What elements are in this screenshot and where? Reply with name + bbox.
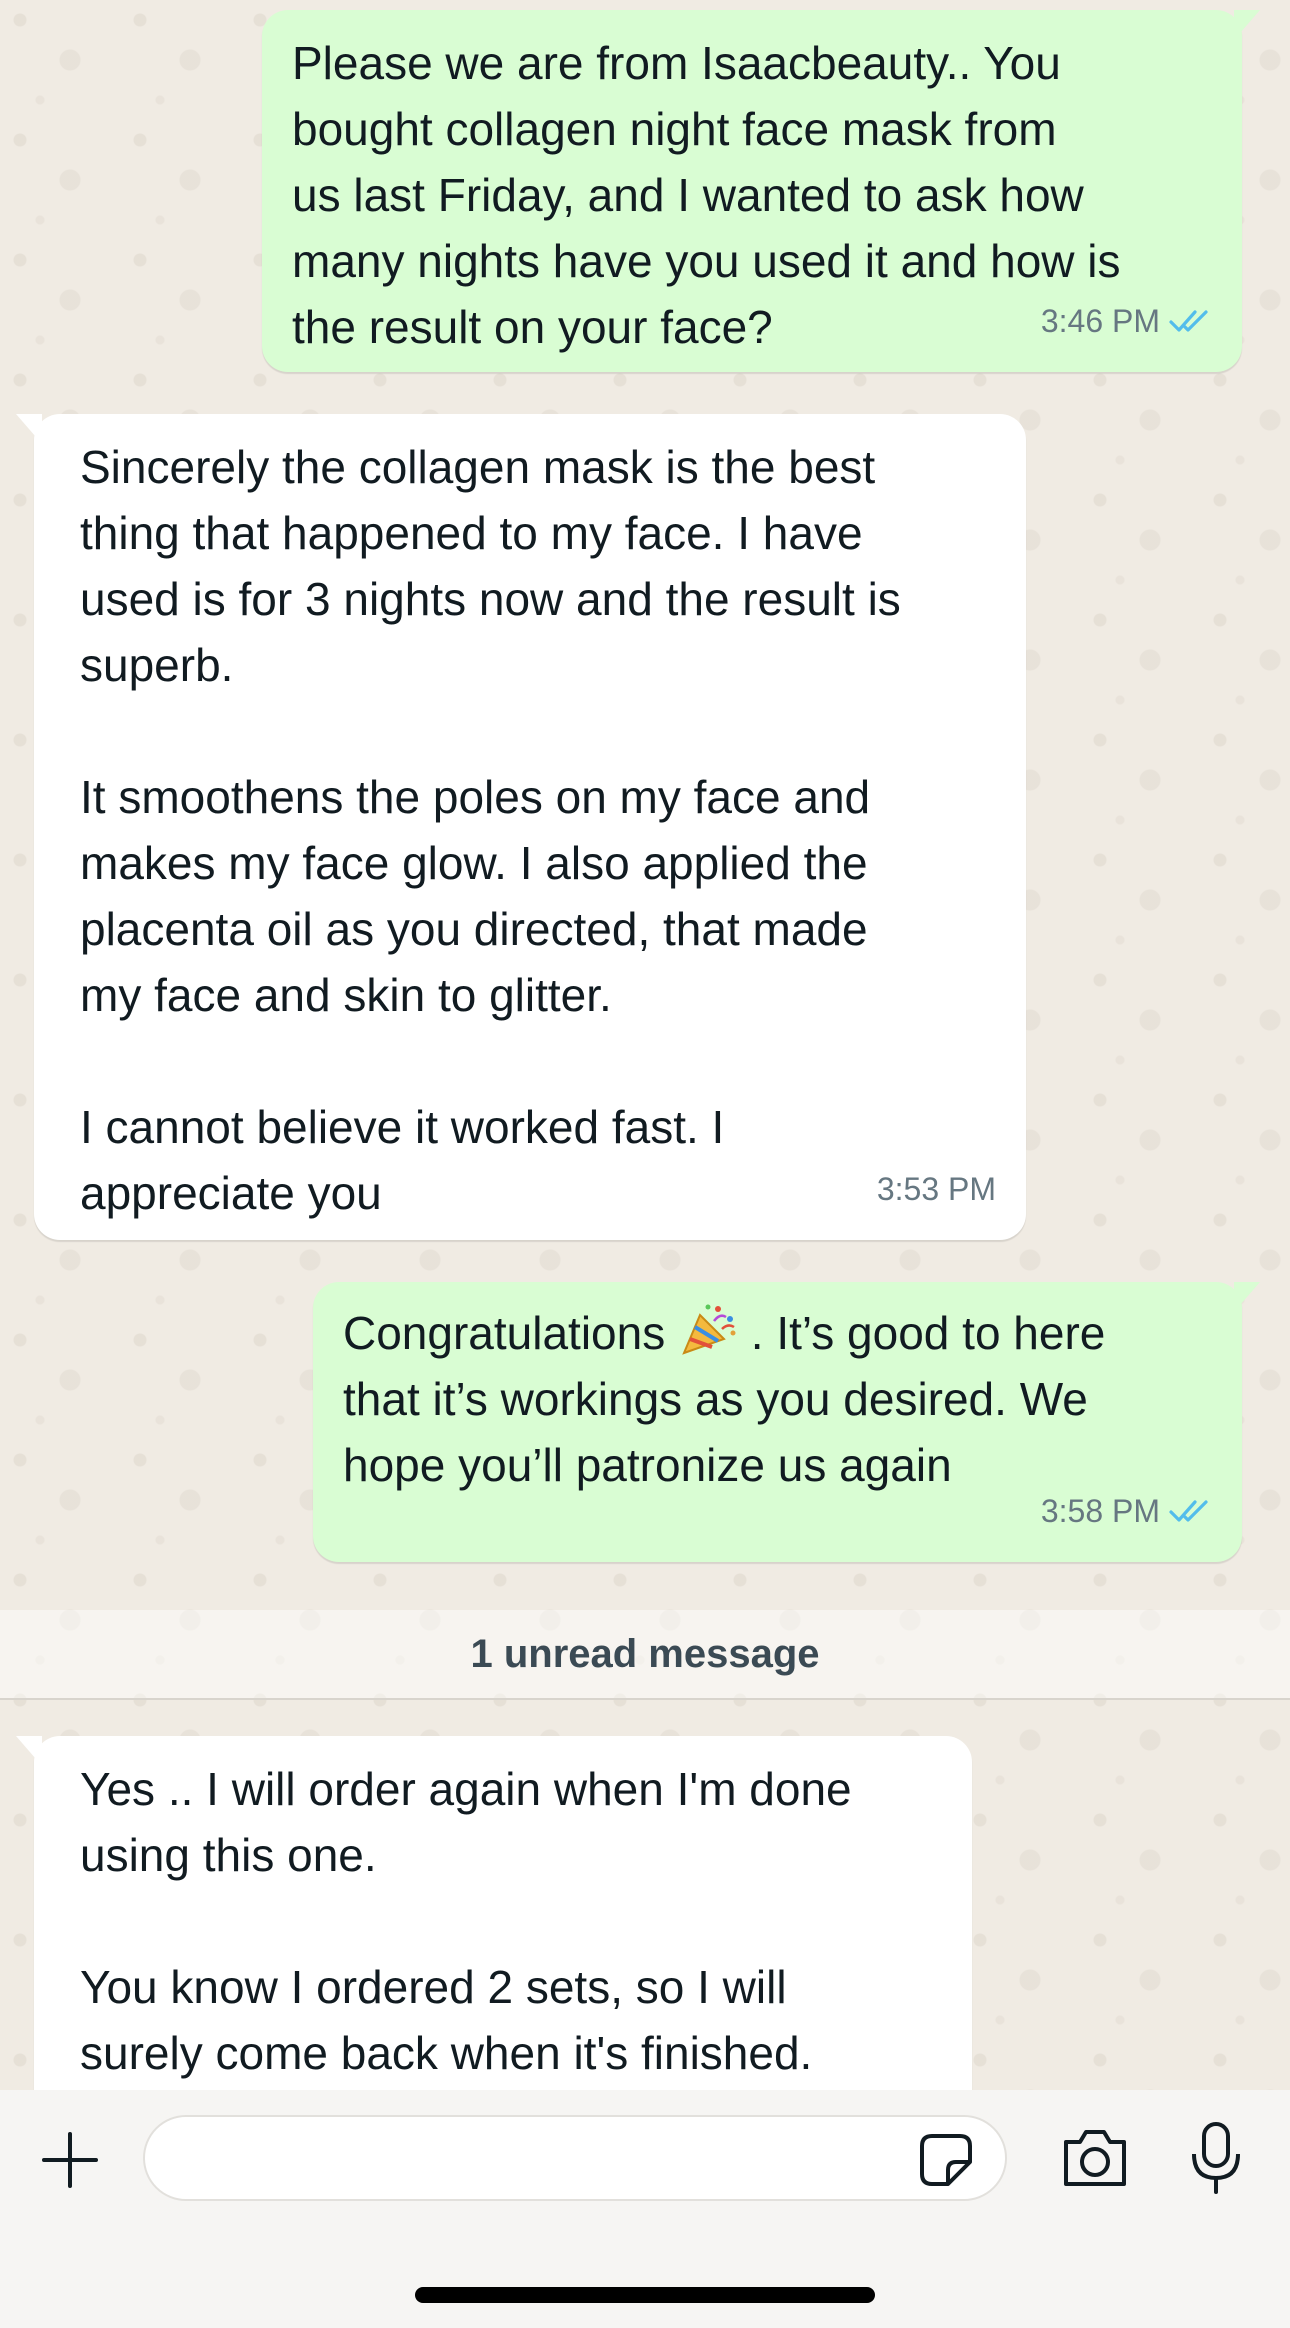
microphone-icon[interactable] <box>1190 2120 1242 2196</box>
message-outgoing[interactable]: Please we are from Isaacbeauty.. You bou… <box>262 10 1260 372</box>
party-popper-icon <box>682 1304 736 1355</box>
message-meta: 3:53 PM <box>877 1156 996 1222</box>
read-receipt-icon <box>1169 1500 1208 1522</box>
message-time: 3:53 PM <box>876 1171 996 1207</box>
message-meta: 3:58 PM <box>1041 1478 1212 1544</box>
read-receipt-icon <box>1169 310 1208 332</box>
unread-messages-banner: 1 unread message <box>0 1610 1290 1700</box>
message-text: Yes .. I will order again when I'm done … <box>80 1763 852 2079</box>
message-input[interactable] <box>143 2115 1007 2201</box>
camera-icon[interactable] <box>1060 2126 1130 2190</box>
bubble-tail <box>1234 1282 1260 1312</box>
plus-icon[interactable] <box>38 2128 102 2192</box>
message-incoming[interactable]: Yes .. I will order again when I'm done … <box>16 1736 972 2096</box>
message-time: 3:58 PM <box>1040 1493 1160 1529</box>
bubble-tail <box>16 414 42 444</box>
bubble-tail <box>1234 10 1260 40</box>
sticker-icon[interactable] <box>918 2132 974 2188</box>
home-indicator[interactable] <box>415 2287 875 2303</box>
message-outgoing[interactable]: Congratulations . It’s good to here that… <box>313 1282 1260 1562</box>
message-incoming[interactable]: Sincerely the collagen mask is the best … <box>16 414 1026 1240</box>
message-time: 3:46 PM <box>1040 303 1160 339</box>
bubble-tail <box>16 1736 42 1766</box>
unread-banner-label: 1 unread message <box>470 1631 820 1676</box>
message-meta: 3:46 PM <box>1041 288 1212 354</box>
message-text: Sincerely the collagen mask is the best … <box>80 441 901 1219</box>
message-text-part: Congratulations <box>343 1307 678 1359</box>
message-text: Congratulations . It’s good to here that… <box>343 1300 1212 1498</box>
